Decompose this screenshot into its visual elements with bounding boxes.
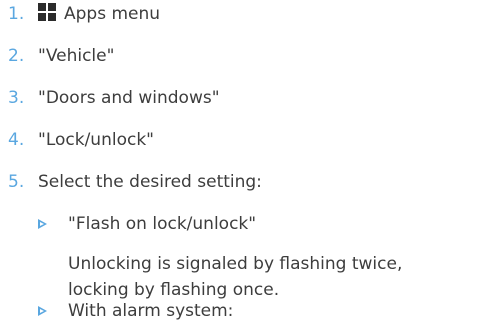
step-label: "Vehicle"	[38, 46, 115, 66]
step-number: 5.	[8, 172, 25, 192]
step-number: 4.	[8, 130, 25, 150]
triangle-bullet-icon	[38, 219, 47, 229]
step-number: 1.	[8, 4, 25, 24]
step-label: "Doors and windows"	[38, 88, 220, 108]
step-number: 3.	[8, 88, 25, 108]
apps-grid-icon	[38, 3, 56, 21]
step-label: Apps menu	[64, 4, 161, 24]
step-text: Apps menu	[38, 3, 160, 25]
option-label: With alarm system:	[68, 301, 234, 321]
step-label: "Lock/unlock"	[38, 130, 154, 150]
step-number: 2.	[8, 46, 25, 66]
option-1-description: Unlocking is signaled by flashing twice,…	[68, 251, 478, 303]
step-label: Select the desired setting:	[38, 172, 262, 192]
option-label: "Flash on lock/unlock"	[68, 214, 257, 234]
description-line: Unlocking is signaled by flashing twice,	[68, 254, 403, 274]
triangle-bullet-icon	[38, 306, 47, 316]
